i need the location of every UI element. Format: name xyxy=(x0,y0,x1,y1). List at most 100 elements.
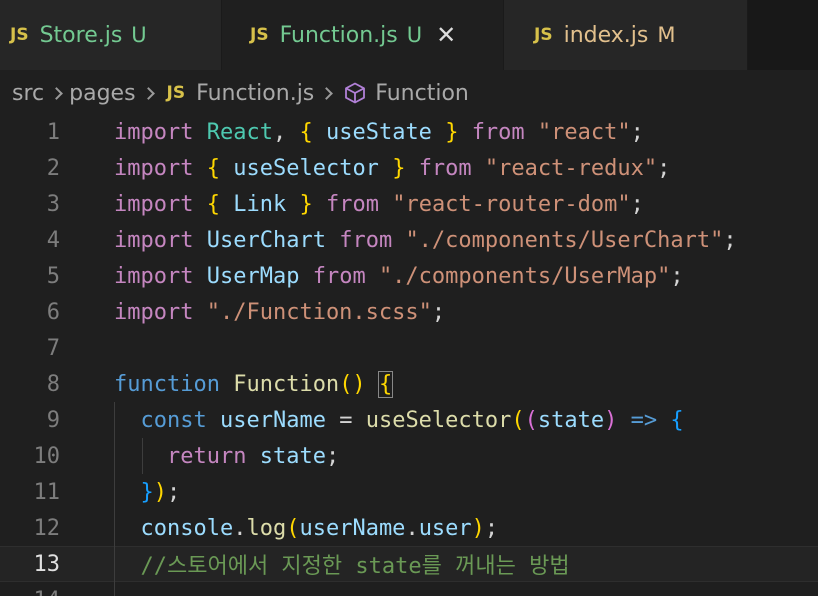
code-token: state xyxy=(537,407,605,433)
code-token: import xyxy=(114,191,194,217)
code-token: ; xyxy=(723,227,737,253)
line-number: 3 xyxy=(46,191,60,217)
code-line[interactable]: 7 xyxy=(0,330,818,366)
tab-function-js[interactable]: JS Function.js U ✕ xyxy=(222,0,504,70)
code-token: => xyxy=(630,407,658,433)
code-line[interactable]: 6 import "./Function.scss"; xyxy=(0,294,818,330)
code-token: { xyxy=(299,119,313,145)
code-token: ) xyxy=(604,407,618,433)
code-token: . xyxy=(233,515,247,541)
code-token: import xyxy=(114,155,194,181)
code-token: //스토어에서 지정한 state를 꺼내는 방법 xyxy=(140,554,570,579)
code-token: ; xyxy=(630,191,644,217)
js-file-icon: JS xyxy=(166,83,186,103)
code-line[interactable]: 1 import React, { useState } from "react"… xyxy=(0,114,818,150)
close-icon[interactable]: ✕ xyxy=(436,21,456,49)
code-token: , xyxy=(272,119,300,145)
code-token: "react-router-dom" xyxy=(392,191,631,217)
code-text: import UserChart from "./components/User… xyxy=(114,228,737,253)
code-line[interactable]: 8 function Function() { xyxy=(0,366,818,402)
line-number: 10 xyxy=(33,443,61,469)
breadcrumb-item-file[interactable]: Function.js xyxy=(196,81,314,106)
code-line[interactable]: 10 return state; xyxy=(0,438,818,474)
line-number: 12 xyxy=(33,515,61,541)
code-token: "./Function.scss" xyxy=(206,299,432,325)
code-token: userName xyxy=(219,407,326,433)
js-file-icon: JS xyxy=(250,25,269,45)
code-line[interactable]: 11 }); xyxy=(0,474,818,510)
code-token: { xyxy=(206,191,220,217)
code-text: import React, { useState } from "react"; xyxy=(114,120,644,145)
code-text: const userName = useSelector((state) => … xyxy=(114,408,684,433)
code-line[interactable]: 9 const userName = useSelector((state) =… xyxy=(0,402,818,438)
code-token: ( xyxy=(286,515,300,541)
code-line[interactable]: 5 import UserMap from "./components/UserM… xyxy=(0,258,818,294)
line-number: 5 xyxy=(46,263,60,289)
code-token: log xyxy=(246,515,287,541)
code-editor[interactable]: 1 import React, { useState } from "react"… xyxy=(0,114,818,596)
code-line[interactable]: 3 import { Link } from "react-router-dom"… xyxy=(0,186,818,222)
code-token: state xyxy=(259,443,326,469)
code-token: ( xyxy=(524,407,538,433)
code-token: userName xyxy=(299,515,406,541)
code-token: { xyxy=(377,370,394,398)
code-token: ; xyxy=(484,515,499,541)
line-number: 2 xyxy=(46,155,60,181)
code-token: import xyxy=(114,227,194,253)
line-number: 11 xyxy=(33,479,61,505)
code-line[interactable]: 4 import UserChart from "./components/Use… xyxy=(0,222,818,258)
code-token: ; xyxy=(431,299,446,325)
tab-index-js[interactable]: JS index.js M xyxy=(504,0,748,70)
breadcrumb-item-pages[interactable]: pages xyxy=(69,81,135,106)
chevron-right-icon xyxy=(320,86,334,100)
code-token: function xyxy=(114,371,220,397)
code-token: React xyxy=(206,119,273,145)
code-token: from xyxy=(312,263,366,289)
code-token: "./components/UserMap" xyxy=(378,263,671,289)
breadcrumb-item-symbol[interactable]: Function xyxy=(375,81,469,106)
code-token: } xyxy=(140,479,154,505)
code-token: . xyxy=(405,515,419,541)
code-token: } xyxy=(299,191,313,217)
code-token: ; xyxy=(167,479,181,505)
code-text: console.log(userName.user); xyxy=(114,515,499,541)
code-line[interactable]: 14 xyxy=(0,582,818,596)
code-token: () xyxy=(339,371,366,397)
tab-store-js[interactable]: JS Store.js U xyxy=(0,0,222,70)
code-token: return xyxy=(166,443,247,469)
code-token: ; xyxy=(630,119,644,145)
tab-label: Store.js xyxy=(39,22,123,48)
code-token: ) xyxy=(471,515,485,541)
code-line[interactable]: 13 //스토어에서 지정한 state를 꺼내는 방법 xyxy=(0,546,818,582)
breadcrumb: src pages JS Function.js Function xyxy=(0,70,818,116)
line-number: 13 xyxy=(33,551,61,577)
code-line[interactable]: 12 console.log(userName.user); xyxy=(0,510,818,546)
tab-bar: JS Store.js U JS Function.js U ✕ JS inde… xyxy=(0,0,818,70)
code-token: ; xyxy=(670,263,684,289)
code-line[interactable]: 2 import { useSelector } from "react-redu… xyxy=(0,150,818,186)
cube-icon xyxy=(343,81,367,105)
code-token: const xyxy=(140,407,207,433)
code-token: { xyxy=(206,155,220,181)
code-token: import xyxy=(114,263,194,289)
chevron-right-icon xyxy=(141,86,155,100)
breadcrumb-item-src[interactable]: src xyxy=(12,81,44,106)
code-token: UserMap xyxy=(206,263,300,289)
code-token: } xyxy=(445,119,459,145)
indent-guide xyxy=(114,402,115,596)
code-token: } xyxy=(392,155,406,181)
